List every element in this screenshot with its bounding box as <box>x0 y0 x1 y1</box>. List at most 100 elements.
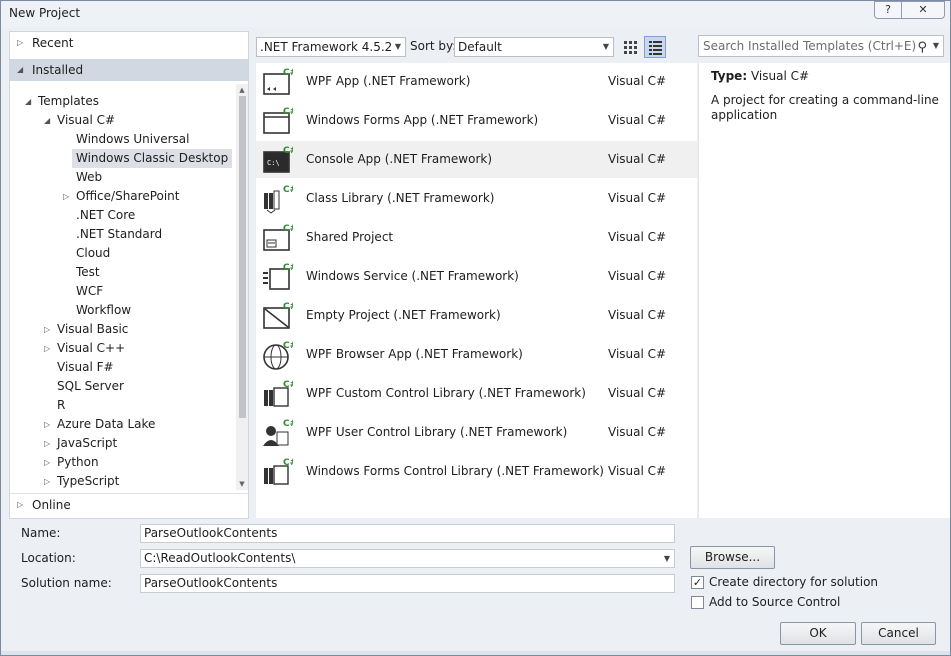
search-box[interactable]: Search Installed Templates (Ctrl+E) ⚲ ▼ <box>698 35 944 57</box>
template-row[interactable]: C# WPF Custom Control Library (.NET Frame… <box>256 375 697 412</box>
svg-text:C#: C# <box>283 302 293 312</box>
template-row[interactable]: C# Windows Forms App (.NET Framework) Visu… <box>256 102 697 139</box>
tree-node[interactable]: ◢ Visual C# <box>44 111 115 130</box>
help-button[interactable]: ? <box>874 1 902 19</box>
tree-node[interactable]: .NET Standard <box>76 225 162 244</box>
template-row[interactable]: C# Windows Forms Control Library (.NET Fr… <box>256 453 697 490</box>
name-field[interactable]: ParseOutlookContents <box>140 524 675 543</box>
section-installed[interactable]: ◢ Installed <box>10 59 248 81</box>
tree-node-label: Azure Data Lake <box>57 417 156 431</box>
solution-name-label: Solution name: <box>21 576 112 590</box>
collapsed-arrow-icon[interactable]: ▷ <box>44 415 50 434</box>
browse-button[interactable]: Browse... <box>690 546 775 569</box>
solution-name-field[interactable]: ParseOutlookContents <box>140 574 675 593</box>
template-row[interactable]: C# Shared Project Visual C# <box>256 219 697 256</box>
tree-node[interactable]: Cloud <box>76 244 110 263</box>
ok-button[interactable]: OK <box>780 622 856 645</box>
tree-node-label: Web <box>76 170 103 184</box>
search-input[interactable]: Search Installed Templates (Ctrl+E) <box>703 39 916 53</box>
tree-node[interactable]: Windows Universal <box>76 130 189 149</box>
tree-node[interactable]: Test <box>76 263 100 282</box>
collapsed-arrow-icon[interactable]: ▷ <box>44 434 50 453</box>
tree-node[interactable]: Visual F# <box>57 358 114 377</box>
template-row[interactable]: C# Empty Project (.NET Framework) Visual C… <box>256 297 697 334</box>
template-language: Visual C# <box>608 386 667 400</box>
collapsed-arrow-icon: ▷ <box>17 38 24 47</box>
template-language: Visual C# <box>608 425 667 439</box>
section-recent[interactable]: ▷ Recent <box>10 32 248 54</box>
chevron-down-icon[interactable]: ▼ <box>664 550 670 567</box>
name-value[interactable]: ParseOutlookContents <box>144 526 277 540</box>
collapsed-arrow-icon[interactable]: ▷ <box>44 320 50 339</box>
tree-node-label: Templates <box>38 94 100 108</box>
type-line: Type: Visual C# <box>711 69 809 83</box>
sort-dropdown[interactable]: Default ▼ <box>454 37 614 57</box>
chevron-down-icon: ▼ <box>602 42 609 51</box>
type-label: Type: <box>711 69 748 83</box>
tree-node-label: R <box>57 398 66 412</box>
list-view-button[interactable] <box>644 36 666 58</box>
svg-text:C#: C# <box>283 224 293 234</box>
collapsed-arrow-icon[interactable]: ▷ <box>44 453 50 472</box>
template-language: Visual C# <box>608 113 667 127</box>
section-online[interactable]: ▷ Online <box>10 493 248 515</box>
tree-node[interactable]: Web <box>76 168 102 187</box>
tree-scrollbar[interactable]: ▲ ▼ <box>236 84 248 490</box>
tree-node[interactable]: ◢ Templates <box>25 92 100 111</box>
template-row[interactable]: C# WPF App (.NET Framework) Visual C# <box>256 63 697 100</box>
create-directory-label: Create directory for solution <box>709 575 879 589</box>
template-name: WPF App (.NET Framework) <box>306 74 471 88</box>
tree-node[interactable]: ▷ TypeScript <box>44 472 119 491</box>
scroll-down-icon[interactable]: ▼ <box>236 478 248 490</box>
tree-node[interactable]: ▷ Office/SharePoint <box>63 187 180 206</box>
description-panel: Type: Visual C# A project for creating a… <box>698 63 950 518</box>
collapsed-arrow-icon[interactable]: ▷ <box>63 187 69 206</box>
template-name: Windows Forms Control Library (.NET Fram… <box>306 464 604 478</box>
tree-node[interactable]: .NET Core <box>76 206 135 225</box>
tree-node[interactable]: ▷ Python <box>44 453 99 472</box>
location-value[interactable]: C:\ReadOutlookContents\ <box>144 551 295 565</box>
svg-text:C#: C# <box>283 68 293 78</box>
tree-node[interactable]: SQL Server <box>57 377 124 396</box>
expanded-arrow-icon[interactable]: ◢ <box>25 92 31 111</box>
windows-service-icon: C# <box>261 262 297 292</box>
cancel-button[interactable]: Cancel <box>861 622 936 645</box>
location-field[interactable]: C:\ReadOutlookContents\ ▼ <box>140 549 675 568</box>
tree-node[interactable]: ▷ JavaScript <box>44 434 118 453</box>
template-name: WPF Custom Control Library (.NET Framewo… <box>306 386 586 400</box>
svg-text:C#: C# <box>283 419 293 429</box>
small-icons-view-button[interactable] <box>619 36 641 58</box>
tree-node-label: Visual Basic <box>57 322 129 336</box>
template-row[interactable]: C# Windows Service (.NET Framework) Visual… <box>256 258 697 295</box>
source-control-checkbox[interactable] <box>691 596 704 609</box>
template-name: Shared Project <box>306 230 394 244</box>
tree-node[interactable]: Workflow <box>76 301 131 320</box>
scroll-up-icon[interactable]: ▲ <box>236 84 248 96</box>
tree-node[interactable]: Windows Classic Desktop <box>72 149 233 168</box>
tree-node[interactable]: ▷ Visual Basic <box>44 320 129 339</box>
template-row[interactable]: C# WPF Browser App (.NET Framework) Visual… <box>256 336 697 373</box>
tree-node[interactable]: R <box>57 396 65 415</box>
create-directory-checkbox[interactable]: ✓ <box>691 576 704 589</box>
chevron-down-icon[interactable]: ▼ <box>933 36 939 56</box>
collapsed-arrow-icon[interactable]: ▷ <box>44 339 50 358</box>
new-project-dialog: New Project ? ✕ ▷ Recent ◢ Installed ◢ Te… <box>0 0 951 656</box>
tree-node[interactable]: ▷ Visual C++ <box>44 339 125 358</box>
solution-name-value[interactable]: ParseOutlookContents <box>144 576 277 590</box>
framework-dropdown[interactable]: .NET Framework 4.5.2 ▼ <box>256 37 406 57</box>
collapsed-arrow-icon[interactable]: ▷ <box>44 472 50 491</box>
template-row[interactable]: C# WPF User Control Library (.NET Framewo… <box>256 414 697 451</box>
template-language: Visual C# <box>608 152 667 166</box>
tree-node[interactable]: ▷ Azure Data Lake <box>44 415 156 434</box>
close-button[interactable]: ✕ <box>901 1 945 19</box>
tree-node-label: JavaScript <box>57 436 118 450</box>
scroll-thumb[interactable] <box>239 96 246 418</box>
tree-node-label: .NET Core <box>76 208 136 222</box>
search-icon[interactable]: ⚲ <box>917 38 927 58</box>
template-row[interactable]: C:\C# Console App (.NET Framework) Visual … <box>256 141 697 178</box>
template-name: WPF Browser App (.NET Framework) <box>306 347 523 361</box>
expanded-arrow-icon[interactable]: ◢ <box>44 111 50 130</box>
tree-node[interactable]: WCF <box>76 282 103 301</box>
collapsed-arrow-icon: ▷ <box>17 500 24 509</box>
template-row[interactable]: C# Class Library (.NET Framework) Visual C… <box>256 180 697 217</box>
